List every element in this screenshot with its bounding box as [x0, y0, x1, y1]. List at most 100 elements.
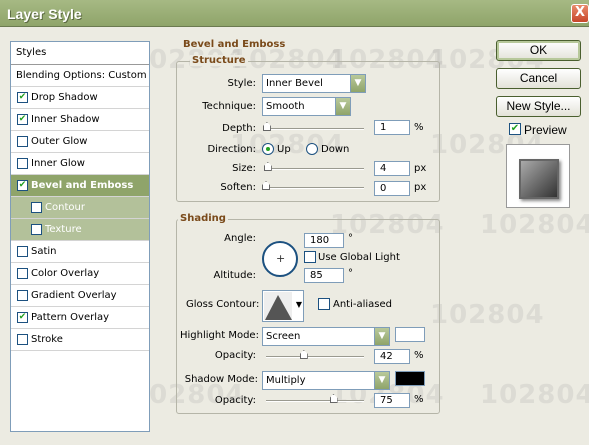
checkmark-icon: ✔	[510, 123, 520, 134]
style-item[interactable]: Gradient Overlay	[11, 285, 149, 307]
highlight-mode-value: Screen	[266, 331, 301, 342]
style-select[interactable]: Inner Bevel ▼	[262, 74, 366, 93]
gloss-contour-picker[interactable]: ▼	[262, 290, 304, 322]
watermark: 102804	[480, 380, 589, 410]
style-item-checkbox[interactable]	[17, 290, 28, 301]
new-style-button[interactable]: New Style...	[496, 96, 581, 117]
style-item[interactable]: ✔ Bevel and Emboss	[11, 175, 149, 197]
chevron-down-icon: ▼	[335, 98, 350, 115]
gloss-contour-label: Gloss Contour:	[186, 299, 260, 310]
style-item-label: Texture	[45, 224, 82, 235]
soften-input[interactable]: 0	[374, 181, 410, 196]
shadow-opacity-unit: %	[414, 394, 424, 405]
highlight-color-swatch[interactable]	[395, 327, 425, 342]
angle-unit: °	[348, 233, 353, 244]
soften-unit: px	[414, 182, 427, 193]
title-bar[interactable]: Layer Style X	[0, 0, 589, 27]
close-button[interactable]: X	[571, 4, 589, 23]
direction-up-radio[interactable]	[262, 143, 274, 155]
shadow-mode-label: Shadow Mode:	[184, 374, 258, 385]
technique-select[interactable]: Smooth ▼	[262, 97, 351, 116]
depth-label: Depth:	[222, 123, 256, 134]
highlight-opacity-label: Opacity:	[214, 350, 256, 361]
global-light-label: Use Global Light	[318, 252, 400, 263]
style-item-checkbox[interactable]	[17, 136, 28, 147]
styles-header[interactable]: Styles	[11, 42, 149, 65]
crosshair-icon: +	[276, 252, 286, 265]
style-label: Style:	[227, 78, 257, 89]
style-select-value: Inner Bevel	[266, 78, 323, 89]
style-item[interactable]: ✔ Drop Shadow	[11, 87, 149, 109]
preview-label: Preview	[524, 123, 567, 137]
style-item-label: Color Overlay	[31, 268, 100, 279]
style-item[interactable]: Texture	[11, 219, 149, 241]
style-item-checkbox[interactable]	[17, 246, 28, 257]
anti-aliased-checkbox[interactable]	[318, 298, 330, 310]
style-item-checkbox[interactable]: ✔	[17, 180, 28, 191]
shadow-opacity-input[interactable]: 75	[374, 393, 410, 408]
size-input[interactable]: 4	[374, 161, 410, 176]
depth-unit: %	[414, 122, 424, 133]
altitude-unit: °	[348, 268, 353, 279]
structure-title: Structure	[190, 55, 248, 66]
style-item-checkbox[interactable]: ✔	[17, 312, 28, 323]
style-item[interactable]: Outer Glow	[11, 131, 149, 153]
angle-dial[interactable]: +	[262, 241, 298, 277]
style-item[interactable]: Contour	[11, 197, 149, 219]
highlight-opacity-slider[interactable]	[266, 350, 364, 359]
style-item[interactable]: Stroke	[11, 329, 149, 351]
preview-swatch	[519, 159, 559, 199]
global-light-checkbox[interactable]	[304, 251, 316, 263]
style-item-checkbox[interactable]	[17, 268, 28, 279]
angle-label: Angle:	[224, 233, 256, 244]
shadow-mode-select[interactable]: Multiply ▼	[262, 371, 390, 390]
shadow-color-swatch[interactable]	[395, 371, 425, 386]
preview-checkbox[interactable]: ✔	[509, 123, 521, 135]
highlight-opacity-input[interactable]: 42	[374, 349, 410, 364]
altitude-label: Altitude:	[213, 270, 256, 281]
style-item[interactable]: ✔ Inner Shadow	[11, 109, 149, 131]
direction-up-label: Up	[277, 144, 291, 155]
style-item-checkbox[interactable]	[31, 224, 42, 235]
styles-list: Styles Blending Options: Custom ✔ Drop Sha…	[10, 41, 150, 432]
style-item[interactable]: Blending Options: Custom	[11, 65, 149, 87]
soften-label: Soften:	[220, 182, 256, 193]
style-item[interactable]: Inner Glow	[11, 153, 149, 175]
style-item-checkbox[interactable]	[31, 202, 42, 213]
ok-button[interactable]: OK	[496, 40, 581, 61]
depth-input[interactable]: 1	[374, 120, 410, 135]
size-slider[interactable]	[263, 162, 364, 171]
style-item-label: Bevel and Emboss	[31, 180, 134, 191]
depth-slider[interactable]	[262, 122, 364, 131]
style-item[interactable]: Color Overlay	[11, 263, 149, 285]
style-item-label: Inner Shadow	[31, 114, 100, 125]
styles-header-label: Styles	[16, 47, 47, 58]
shadow-opacity-slider[interactable]	[266, 394, 364, 403]
chevron-down-icon: ▼	[374, 328, 389, 345]
highlight-mode-select[interactable]: Screen ▼	[262, 327, 390, 346]
technique-label: Technique:	[202, 101, 256, 112]
style-item-checkbox[interactable]: ✔	[17, 114, 28, 125]
window-title: Layer Style	[7, 6, 82, 22]
altitude-input[interactable]: 85	[304, 268, 344, 283]
chevron-down-icon: ▼	[350, 75, 365, 92]
style-item[interactable]: Satin	[11, 241, 149, 263]
style-item-checkbox[interactable]: ✔	[17, 92, 28, 103]
size-unit: px	[414, 163, 427, 174]
style-item[interactable]: ✔ Pattern Overlay	[11, 307, 149, 329]
angle-input[interactable]: 180	[304, 233, 344, 248]
close-icon: X	[574, 5, 586, 20]
anti-aliased-label: Anti-aliased	[333, 299, 393, 310]
preview-thumbnail	[506, 144, 570, 208]
watermark: 102804	[480, 210, 589, 240]
technique-select-value: Smooth	[266, 101, 305, 112]
style-item-label: Drop Shadow	[31, 92, 98, 103]
watermark: 102804	[430, 300, 545, 330]
soften-slider[interactable]	[262, 181, 364, 190]
shading-title: Shading	[178, 213, 228, 224]
style-item-checkbox[interactable]	[17, 334, 28, 345]
style-item-checkbox[interactable]	[17, 158, 28, 169]
direction-down-radio[interactable]	[306, 143, 318, 155]
style-item-label: Outer Glow	[31, 136, 88, 147]
cancel-button[interactable]: Cancel	[496, 68, 581, 89]
